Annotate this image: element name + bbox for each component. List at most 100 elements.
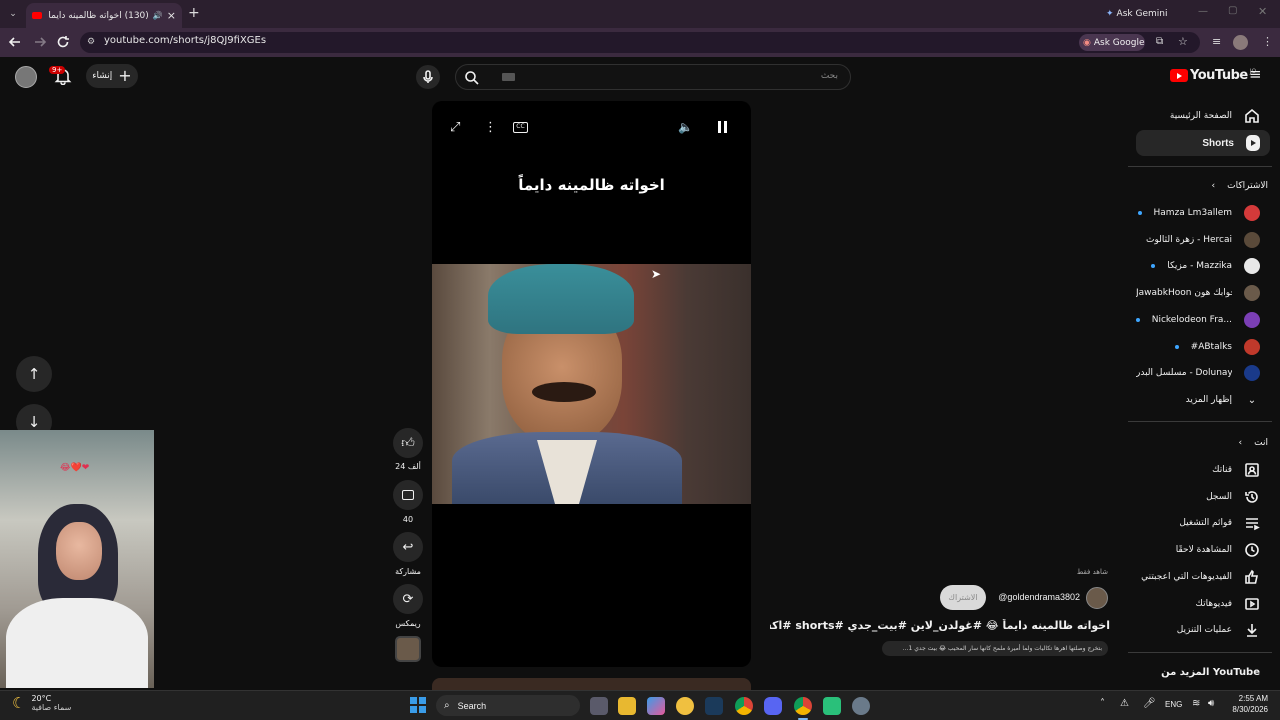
- voice-search-icon[interactable]: [416, 65, 440, 89]
- you-header[interactable]: ‹ أنت: [1239, 431, 1268, 455]
- speaker-icon[interactable]: 🔊: [153, 11, 163, 20]
- liked-videos-icon: [1244, 569, 1260, 585]
- close-window-button[interactable]: ✕: [1258, 5, 1267, 18]
- chrome-icon[interactable]: [735, 697, 753, 715]
- yt-account-avatar[interactable]: [15, 66, 37, 88]
- android-emulator-icon[interactable]: [823, 697, 841, 715]
- minimize-button[interactable]: —: [1198, 6, 1208, 17]
- steam-icon[interactable]: [705, 697, 723, 715]
- subscription-name: Hamza Lm3allem: [1153, 208, 1232, 218]
- taskbar-search[interactable]: ⌕ Search: [436, 695, 580, 716]
- new-content-dot: [1135, 317, 1140, 322]
- copilot-icon[interactable]: [647, 697, 665, 715]
- browser-menu-icon[interactable]: ⋮: [1262, 35, 1273, 48]
- start-button[interactable]: [410, 697, 426, 713]
- chrome-profile-icon[interactable]: [794, 697, 812, 715]
- divider: [1128, 421, 1272, 422]
- fullscreen-icon[interactable]: ⤢: [450, 120, 460, 135]
- next-video-preview[interactable]: [432, 678, 751, 690]
- you-item-label: السجل: [1206, 491, 1232, 502]
- guide-menu-icon[interactable]: ≡: [1249, 67, 1262, 82]
- store-icon[interactable]: [618, 697, 636, 715]
- subscriptions-header[interactable]: ‹ الاشتراكات: [1212, 174, 1268, 198]
- back-icon[interactable]: [8, 35, 22, 49]
- site-info-icon[interactable]: ⚙: [87, 37, 97, 47]
- profile-avatar[interactable]: [1233, 35, 1248, 50]
- tab-close-icon[interactable]: ×: [167, 9, 176, 22]
- sidebar-subscription-item[interactable]: زهرة الثالوث - Hercai: [1146, 228, 1260, 252]
- language-indicator[interactable]: ENG: [1165, 700, 1182, 709]
- sidebar-subscription-item[interactable]: Hamza Lm3allem: [1137, 201, 1260, 225]
- sidebar-you-item[interactable]: قوائم التشغيل: [1179, 511, 1260, 535]
- youtube-logo[interactable]: YouTube JO: [1170, 68, 1256, 83]
- discord-icon[interactable]: [764, 697, 782, 715]
- weather-widget[interactable]: ☾ 20°C سماء صافية: [12, 694, 71, 712]
- short-video-player[interactable]: ⤢ ⋮ CC 🔈 اخواته ظالمينه دايماً: [432, 101, 751, 667]
- captions-icon[interactable]: CC: [513, 122, 528, 133]
- like-button[interactable]: 👍︎ 24 ألف: [393, 428, 423, 471]
- tab-title: (130) اخواته ظالمينه دايماً 😂: [46, 10, 149, 21]
- maximize-button[interactable]: ▢: [1228, 5, 1237, 16]
- bookmark-star-icon[interactable]: ☆: [1178, 35, 1188, 48]
- subscription-name: زهرة الثالوث - Hercai: [1146, 234, 1232, 245]
- subscribe-button[interactable]: الاشتراك: [940, 585, 986, 610]
- sidebar-subscription-item[interactable]: مسلسل البدر - Dolunay: [1136, 361, 1260, 385]
- create-button[interactable]: إنشاء +: [86, 64, 138, 88]
- ask-google-button[interactable]: ◉ Ask Google: [1079, 34, 1145, 51]
- forward-icon[interactable]: [33, 35, 47, 49]
- channel-handle[interactable]: @goldendrama3802: [990, 592, 1080, 602]
- sidebar-subscription-item[interactable]: #ABtalks: [1174, 335, 1260, 359]
- comment-button[interactable]: 40: [393, 480, 423, 524]
- subscribe-label: الاشتراك: [948, 593, 978, 602]
- cast-icon[interactable]: ⧉: [1156, 36, 1163, 47]
- cursor-icon: ➤: [651, 267, 662, 281]
- volume-tray-icon[interactable]: 🔊︎: [1208, 698, 1214, 709]
- subscription-name: JawabkHoon جوابك هون...: [1136, 288, 1232, 299]
- network-icon[interactable]: ⚠: [1120, 698, 1129, 709]
- new-tab-button[interactable]: +: [188, 5, 200, 21]
- search-box[interactable]: بحث: [455, 64, 851, 90]
- reading-list-icon[interactable]: ≡: [1212, 35, 1221, 48]
- chat-app-icon[interactable]: [676, 697, 694, 715]
- keyboard-icon[interactable]: [502, 73, 515, 81]
- channel-avatar[interactable]: [1086, 587, 1108, 609]
- reload-icon[interactable]: [56, 35, 70, 49]
- subscription-name: Nickelodeon Fra...: [1151, 314, 1232, 325]
- volume-icon[interactable]: 🔈: [678, 120, 693, 134]
- create-label: إنشاء: [92, 71, 113, 81]
- url-text[interactable]: youtube.com/shorts/j8QJ9fiXGEs: [104, 35, 266, 46]
- share-button[interactable]: ↩ مشاركة: [393, 532, 423, 576]
- clock[interactable]: 2:55 AM 8/30/2026: [1222, 694, 1268, 714]
- wifi-icon[interactable]: ≋: [1192, 698, 1200, 709]
- sidebar-you-item[interactable]: قناتك: [1212, 458, 1260, 482]
- tab-list-button[interactable]: ⌄: [6, 7, 20, 21]
- search-icon[interactable]: [464, 70, 479, 85]
- sidebar-subscription-item[interactable]: JawabkHoon جوابك هون...: [1136, 281, 1260, 305]
- pause-icon[interactable]: [718, 121, 727, 133]
- sidebar-you-item[interactable]: فيديوهاتك: [1196, 592, 1260, 616]
- sidebar-subscription-item[interactable]: Nickelodeon Fra...: [1135, 308, 1260, 332]
- more-options-icon[interactable]: ⋮: [484, 120, 497, 135]
- sidebar-item-home[interactable]: الصفحة الرئيسية: [1170, 104, 1260, 128]
- short-title[interactable]: اخواته ظالمينه دايماً 😂 #غولدن_لاين #بيت…: [770, 619, 1110, 632]
- sidebar-shorts-row[interactable]: Shorts: [1202, 131, 1260, 155]
- short-description: بتخرج وصلتها اهرها تكاليات ولما أميرة مل…: [902, 645, 1102, 652]
- search-input[interactable]: بحث: [821, 71, 838, 81]
- taskbar-search-icon: ⌕: [444, 700, 450, 711]
- show-more-button[interactable]: إظهار المزيد ⌄: [1186, 388, 1260, 412]
- tab-youtube[interactable]: (130) اخواته ظالمينه دايماً 😂 🔊 ×: [26, 3, 182, 28]
- sidebar-you-item[interactable]: عمليات التنزيل: [1177, 618, 1260, 642]
- sidebar-you-item[interactable]: الفيديوهات التي أعجبتني: [1141, 565, 1260, 589]
- remix-button[interactable]: ⟳ ريمكس: [393, 584, 423, 628]
- sound-thumbnail[interactable]: [395, 636, 421, 662]
- task-view-icon[interactable]: [590, 697, 608, 715]
- sidebar-you-item[interactable]: المشاهدة لاحقًا: [1176, 538, 1260, 562]
- short-description-chip[interactable]: بتخرج وصلتها اهرها تكاليات ولما أميرة مل…: [882, 641, 1108, 656]
- previous-short-button[interactable]: ↑: [16, 356, 52, 392]
- sidebar-you-item[interactable]: السجل: [1206, 485, 1260, 509]
- tray-chevron-icon[interactable]: ˄: [1100, 698, 1105, 709]
- microphone-tray-icon[interactable]: 🎤︎: [1143, 698, 1156, 709]
- ask-gemini-button[interactable]: ✦ Ask Gemini: [1106, 6, 1167, 22]
- settings-gear-icon[interactable]: [852, 697, 870, 715]
- sidebar-subscription-item[interactable]: مزيكا - Mazzika: [1151, 254, 1260, 278]
